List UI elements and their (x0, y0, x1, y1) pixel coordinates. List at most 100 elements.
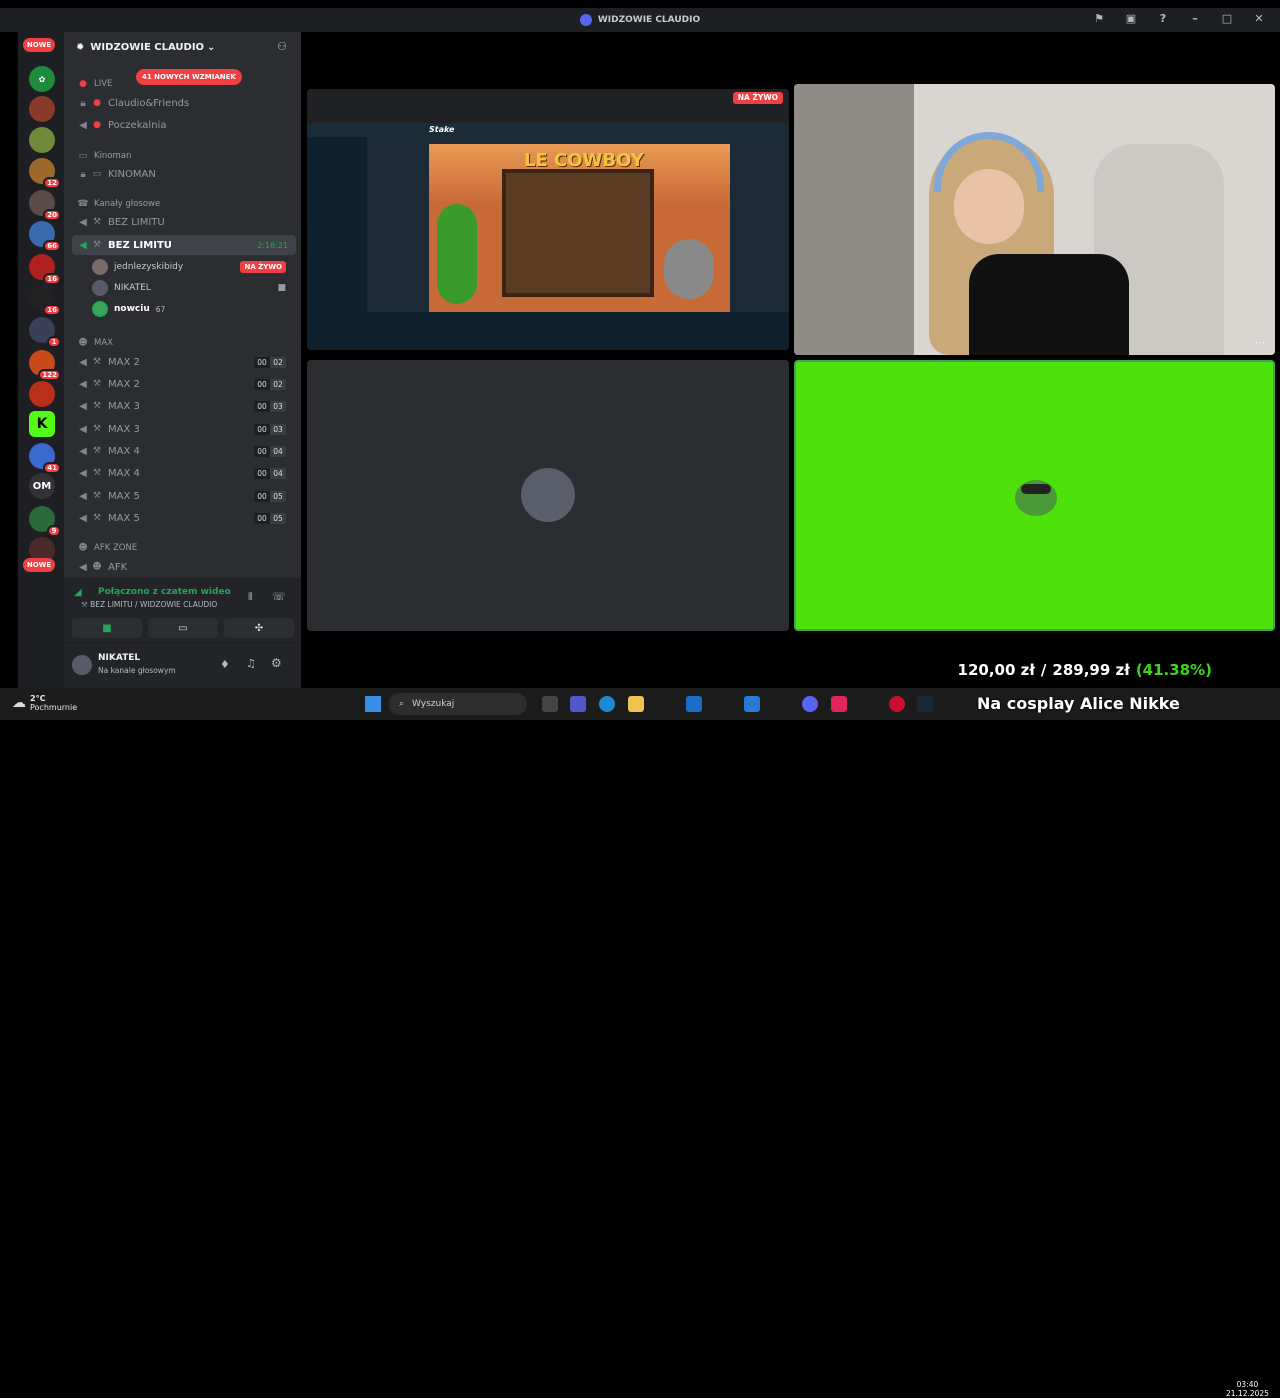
server-text-icon[interactable]: OM (29, 473, 55, 499)
channel-max[interactable]: ◀ ⚒ MAX 5 00 05 (76, 508, 296, 528)
speaker-icon: ◀ (79, 512, 87, 524)
windows-start-icon[interactable] (365, 696, 381, 712)
headphones-icon[interactable]: ♫ (246, 657, 256, 670)
server-icon[interactable]: 66 (29, 221, 61, 252)
server-icon[interactable] (29, 127, 55, 153)
phone-icon: ☎ (77, 199, 89, 209)
voice-user[interactable]: jednlezyskibidy NA ŻYWO (92, 257, 296, 277)
category-live[interactable]: ● LIVE (76, 74, 296, 94)
category-voice[interactable]: ☎ Kanały głosowe (76, 194, 296, 214)
inbox-icon[interactable]: ▣ (1124, 12, 1138, 25)
cloud-icon: ☁ (12, 695, 26, 711)
microphone-icon[interactable]: ♦ (220, 658, 230, 671)
donation-goal-overlay: 120,00 zł / 289,99 zł (41.38%) (897, 648, 1280, 692)
user-status: Na kanale głosowym (98, 666, 176, 675)
add-user-icon[interactable]: ⚇ (277, 40, 287, 53)
kick-icon[interactable]: K (29, 411, 55, 437)
server-header[interactable]: ✹ WIDZOWIE CLAUDIO ⌄ ⚇ (64, 32, 301, 62)
teams-icon[interactable] (570, 696, 586, 712)
channel-max[interactable]: ◀ ⚒ MAX 2 00 02 (76, 374, 296, 394)
screen-share-button[interactable]: ▭ (148, 618, 218, 638)
video-camera-icon: ■ (277, 283, 286, 293)
channel-kinoman[interactable]: 🔒︎ ▭ KINOMAN (76, 164, 296, 184)
server-icon (579, 14, 592, 26)
server-icon[interactable]: 12 (29, 158, 61, 189)
category-kinoman[interactable]: ▭ Kinoman (76, 146, 296, 166)
server-green-icon[interactable]: ✿ (29, 66, 55, 92)
user-limit: 00 04 (254, 445, 286, 457)
hammer-icon: ⚒ (92, 446, 102, 456)
username: NIKATEL (98, 653, 141, 663)
avatar-tile[interactable] (307, 360, 789, 631)
help-icon[interactable]: ? (1156, 12, 1170, 25)
activities-button[interactable]: ✣ (224, 618, 294, 638)
server-icon[interactable] (29, 96, 55, 122)
noise-suppression-icon[interactable]: ⦀ (248, 592, 252, 603)
avatar (521, 468, 575, 522)
avatar[interactable] (72, 655, 92, 675)
emoji-icon: ☻ (92, 562, 102, 572)
taskbar-clock[interactable]: 03:40 21.12.2025 (1226, 1380, 1269, 1398)
maximize-icon[interactable]: □ (1220, 12, 1234, 25)
video-grid: Stake LE COWBOY NA ŻYWO ⋯ (301, 32, 1280, 688)
speaker-icon: ◀ (79, 216, 87, 228)
server-icon[interactable]: 9 (29, 506, 61, 537)
channel-max[interactable]: ◀ ⚒ MAX 4 00 04 (76, 441, 296, 461)
close-icon[interactable]: ✕ (1252, 12, 1266, 25)
emoji-icon: ☻ (78, 543, 88, 553)
channel-max[interactable]: ◀ ⚒ MAX 2 00 02 (76, 352, 296, 372)
hammer-icon: ⚒ (92, 217, 102, 227)
server-icon[interactable]: 41 (29, 443, 61, 474)
new-pill-bottom[interactable]: NOWE (23, 558, 55, 572)
channel-max[interactable]: ◀ ⚒ MAX 3 00 03 (76, 396, 296, 416)
server-settings-icon: ✹ (76, 41, 85, 53)
file-explorer-icon[interactable] (628, 696, 644, 712)
voice-user[interactable]: NIKATEL ■ (92, 278, 296, 298)
greenscreen-tile[interactable] (794, 360, 1275, 631)
channel-poczekalnia[interactable]: ◀ ● Poczekalnia (76, 115, 296, 135)
store-icon[interactable] (744, 696, 760, 712)
task-view-icon[interactable] (542, 696, 558, 712)
tiktok-icon[interactable] (831, 696, 847, 712)
channel-max[interactable]: ◀ ⚒ MAX 4 00 04 (76, 463, 296, 483)
channel-max[interactable]: ◀ ⚒ MAX 5 00 05 (76, 486, 296, 506)
category-max[interactable]: ☻ MAX (76, 333, 296, 353)
webcam-tile[interactable]: ⋯ (794, 84, 1275, 355)
minimize-icon[interactable]: – (1188, 12, 1202, 25)
discord-icon[interactable] (802, 696, 818, 712)
server-icon[interactable] (29, 381, 55, 407)
edge-icon[interactable] (599, 696, 615, 712)
more-options-icon[interactable]: ⋯ (1255, 338, 1265, 349)
settings-gear-icon[interactable]: ⚙ (271, 656, 282, 670)
chevron-down-icon: ⌄ (207, 41, 216, 53)
wolf-art (664, 239, 714, 299)
screen-share-icon: ▭ (178, 622, 188, 634)
weather-widget[interactable]: 2°C Pochmurnie (30, 694, 77, 712)
channel-bez-limitu-active[interactable]: ◀ ⚒ BEZ LIMITU 2:16:21 (72, 235, 296, 255)
category-afk[interactable]: ☻ AFK ZONE (76, 538, 296, 558)
opera-icon[interactable] (889, 696, 905, 712)
flag-icon[interactable]: ⚑ (1092, 12, 1106, 25)
server-icon[interactable]: 122 (29, 350, 61, 381)
disconnect-icon[interactable]: ☏ (272, 590, 286, 603)
steam-icon[interactable] (917, 696, 933, 712)
server-icon[interactable]: 16 (29, 285, 61, 316)
channel-bez-limitu[interactable]: ◀ ⚒ BEZ LIMITU (76, 212, 296, 232)
stream-tile[interactable]: Stake LE COWBOY NA ŻYWO (307, 89, 789, 350)
mail-icon[interactable] (686, 696, 702, 712)
channel-afk[interactable]: ◀ ☻ AFK (76, 557, 296, 577)
channel-claudio-friends[interactable]: 🔒︎ ● Claudio&Friends (76, 93, 296, 113)
browser-chrome (307, 89, 789, 123)
channel-max[interactable]: ◀ ⚒ MAX 3 00 03 (76, 419, 296, 439)
new-pill-top[interactable]: NOWE (23, 38, 55, 52)
server-icon[interactable]: 20 (29, 190, 61, 221)
server-icon[interactable]: 1 (29, 317, 61, 348)
signal-icon: ◢ (74, 587, 82, 598)
taskbar-search[interactable]: ⌕ Wyszukaj (389, 693, 527, 715)
live-dot-icon: ● (93, 120, 101, 130)
live-dot-icon: ● (93, 98, 101, 108)
voice-user[interactable]: nowciu 67 (92, 299, 296, 319)
camera-button[interactable]: ■ (72, 618, 142, 638)
speaker-icon: ◀ (79, 239, 87, 251)
server-icon[interactable]: 16 (29, 254, 61, 285)
